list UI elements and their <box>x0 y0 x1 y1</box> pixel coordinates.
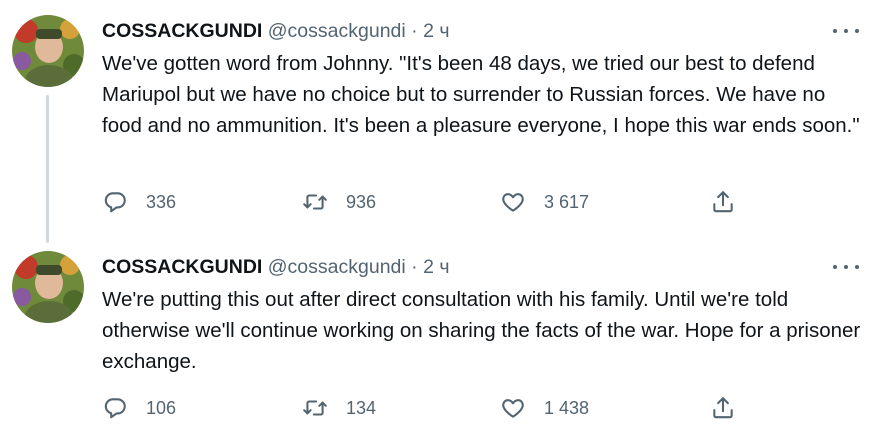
retweet-button[interactable]: 936 <box>302 187 376 217</box>
separator-dot: · <box>411 20 418 42</box>
retweet-arrows-icon <box>303 400 327 416</box>
reply-bubble-icon <box>104 192 126 213</box>
tweet-text: We're putting this out after direct cons… <box>102 288 861 373</box>
share-button[interactable] <box>710 393 736 423</box>
heart-icon <box>502 193 524 212</box>
reply-button[interactable]: 106 <box>102 393 176 423</box>
author-handle[interactable]: @cossackgundi <box>268 20 406 42</box>
tweet[interactable]: COSSACKGUNDI @cossackgundi · 2 ч We're p… <box>0 236 877 435</box>
avatar[interactable] <box>12 15 84 87</box>
tweet-text: We've gotten word from Johnny. "It's bee… <box>102 52 860 137</box>
retweet-button[interactable]: 134 <box>302 393 376 423</box>
like-button[interactable]: 3 617 <box>500 187 589 217</box>
reply-count: 336 <box>146 191 177 212</box>
more-options-button[interactable] <box>833 257 859 277</box>
author-handle[interactable]: @cossackgundi <box>268 256 406 278</box>
author-name[interactable]: COSSACKGUNDI <box>102 256 262 278</box>
reply-count: 106 <box>146 397 177 418</box>
timestamp[interactable]: 2 ч <box>423 256 449 278</box>
more-dots-icon <box>833 29 837 33</box>
share-button[interactable] <box>710 187 736 217</box>
retweet-count: 134 <box>346 397 377 418</box>
reply-button[interactable]: 336 <box>102 187 176 217</box>
reply-bubble-icon <box>104 398 126 419</box>
timestamp[interactable]: 2 ч <box>423 20 449 42</box>
tweet-header: COSSACKGUNDI @cossackgundi · 2 ч <box>102 18 450 44</box>
retweet-count: 936 <box>346 191 377 212</box>
thread-line <box>46 95 49 243</box>
retweet-arrows-icon <box>303 194 327 210</box>
like-count: 1 438 <box>544 397 590 418</box>
share-upload-icon <box>713 191 733 213</box>
separator-dot: · <box>411 256 418 278</box>
like-button[interactable]: 1 438 <box>500 393 589 423</box>
author-name[interactable]: COSSACKGUNDI <box>102 20 262 42</box>
tweet[interactable]: COSSACKGUNDI @cossackgundi · 2 ч We've g… <box>0 0 877 243</box>
heart-icon <box>502 399 524 418</box>
more-dots-icon <box>833 265 837 269</box>
action-bar: 336 936 3 617 <box>102 187 762 217</box>
more-options-button[interactable] <box>833 21 859 41</box>
like-count: 3 617 <box>544 191 590 212</box>
tweet-header: COSSACKGUNDI @cossackgundi · 2 ч <box>102 254 450 280</box>
avatar[interactable] <box>12 251 84 323</box>
action-bar: 106 134 1 438 <box>102 393 762 423</box>
share-upload-icon <box>713 397 733 419</box>
